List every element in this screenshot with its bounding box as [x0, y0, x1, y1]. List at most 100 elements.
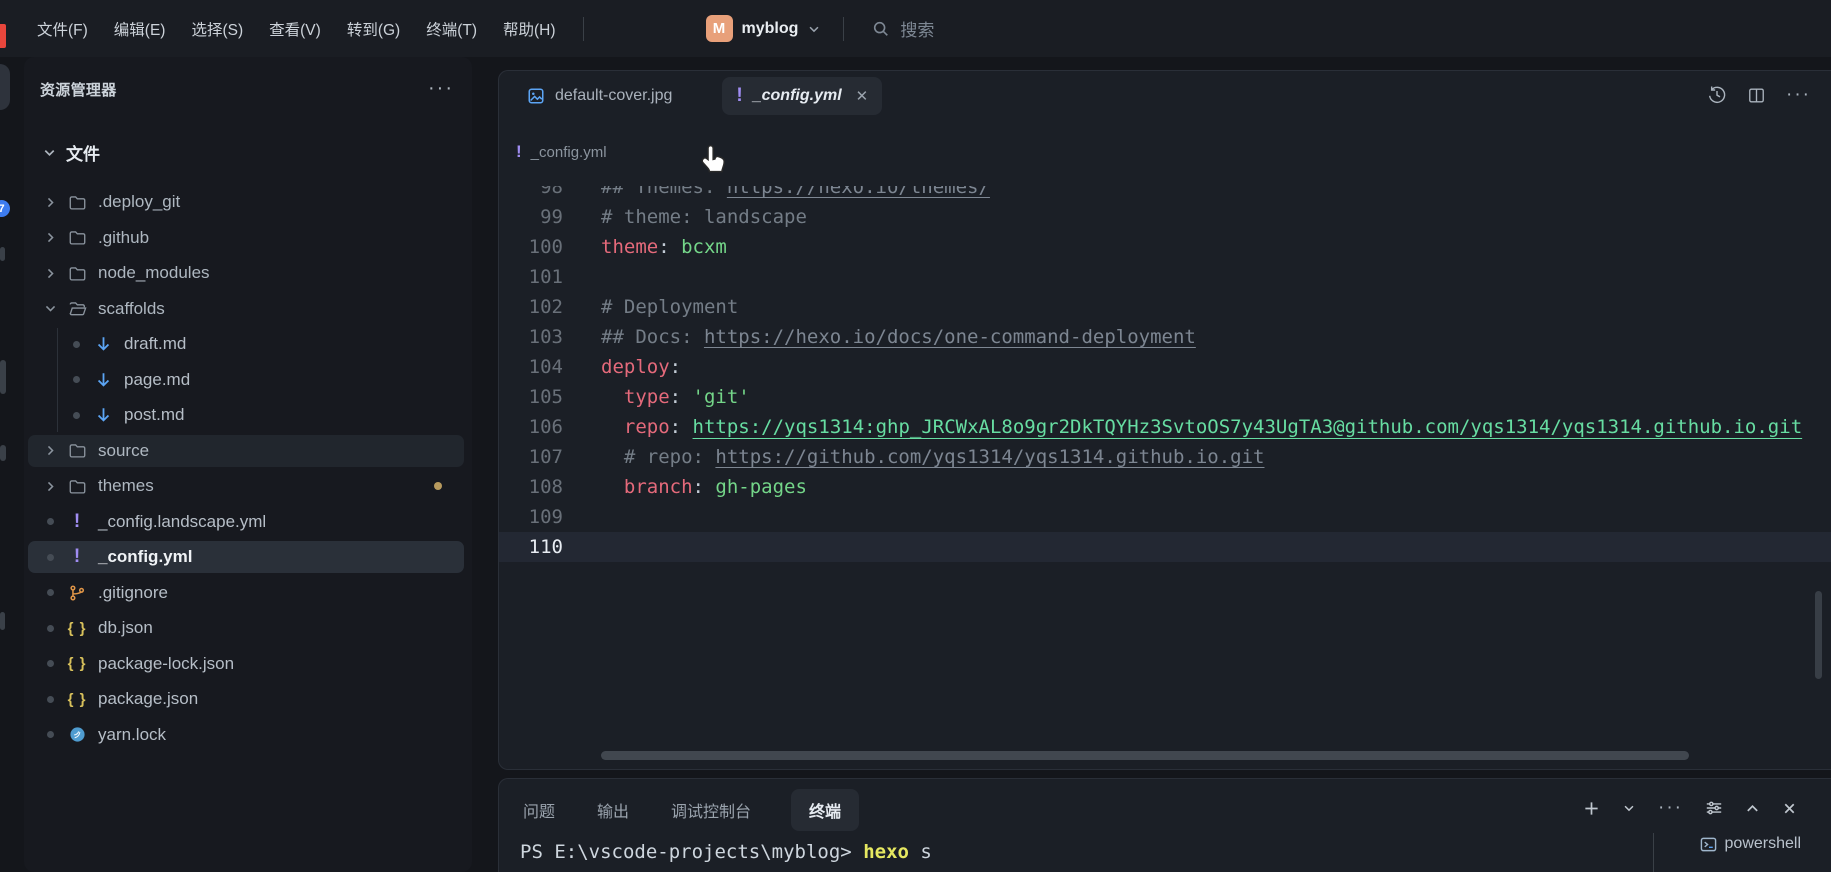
code-line-110: 110 — [499, 532, 1831, 562]
chevron-right-icon — [42, 267, 58, 280]
menu-item-4[interactable]: 查看(V) — [256, 12, 334, 46]
menu-item-2[interactable]: 编辑(E) — [101, 12, 179, 46]
file-decoration-dot — [42, 696, 58, 703]
titlebar-divider — [843, 17, 844, 41]
file-decoration-dot — [68, 341, 84, 348]
tree-indent-guide — [57, 328, 58, 432]
menu-item-1[interactable]: 文件(F) — [24, 12, 101, 46]
line-number: 106 — [499, 412, 563, 442]
tree-item-source[interactable]: source — [28, 435, 464, 467]
tree-item-.github[interactable]: .github — [28, 222, 464, 254]
tree-item-node_modules[interactable]: node_modules — [28, 257, 464, 289]
code-line-103: 103## Docs: https://hexo.io/docs/one-com… — [499, 322, 1831, 352]
panel-tab-问题[interactable]: 问题 — [521, 789, 557, 831]
file-decoration-dot — [68, 376, 84, 383]
yarn-icon — [67, 726, 87, 743]
tree-item-label: db.json — [98, 618, 153, 638]
explorer-sidebar: 资源管理器 ··· 文件 .deploy_git.githubnode_modu… — [24, 57, 472, 872]
tree-item-scaffolds[interactable]: scaffolds — [28, 293, 464, 325]
tree-item-.gitignore[interactable]: .gitignore — [28, 577, 464, 609]
tree-item-label: scaffolds — [98, 299, 165, 319]
file-decoration-dot — [42, 518, 58, 525]
panel-tab-终端[interactable]: 终端 — [791, 789, 859, 831]
terminal-shell-item[interactable]: powershell — [1700, 835, 1801, 853]
markdown-icon — [93, 335, 113, 353]
folder-icon — [67, 442, 87, 459]
tree-item-draft.md[interactable]: draft.md — [28, 328, 464, 360]
tree-item-label: source — [98, 441, 149, 461]
project-name: myblog — [742, 20, 799, 38]
configure-icon[interactable] — [1705, 799, 1723, 817]
vertical-scrollbar[interactable] — [1815, 591, 1822, 679]
line-number: 103 — [499, 322, 563, 352]
folder-icon — [67, 265, 87, 282]
code-line-100: 100theme: bcxm — [499, 232, 1831, 262]
tree-item-_config.yml[interactable]: !_config.yml — [28, 541, 464, 573]
code-editor[interactable]: 98## Themes: https://hexo.io/themes/99# … — [499, 186, 1831, 756]
markdown-icon — [93, 406, 113, 424]
terminal-output[interactable]: PS E:\vscode-projects\myblog> hexo s — [520, 841, 932, 863]
json-icon: { } — [67, 691, 87, 708]
panel-actions: ··· — [1583, 797, 1797, 819]
breadcrumb[interactable]: ! _config.yml — [516, 143, 607, 161]
menu-item-5[interactable]: 转到(G) — [334, 12, 413, 46]
tree-item-package-lock.json[interactable]: { }package-lock.json — [28, 648, 464, 680]
code-line-107: 107 # repo: https://github.com/yqs1314/y… — [499, 442, 1831, 472]
project-switcher[interactable]: M myblog — [706, 15, 822, 42]
file-decoration-dot — [42, 660, 58, 667]
yaml-file-icon: ! — [516, 143, 522, 161]
file-tree: .deploy_git .github node_modules scaffolds d… — [24, 57, 472, 872]
editor-tab-_config.yml[interactable]: !_config.yml✕ — [722, 77, 882, 115]
timeline-icon[interactable] — [1707, 85, 1727, 105]
tree-item-label: .github — [98, 228, 149, 248]
tree-item-.deploy_git[interactable]: .deploy_git — [28, 186, 464, 218]
tree-item-yarn.lock[interactable]: yarn.lock — [28, 719, 464, 751]
tree-item-package.json[interactable]: { } package.json — [28, 683, 464, 715]
tree-item-_config.landscape.yml[interactable]: !_config.landscape.yml — [28, 506, 464, 538]
tree-item-label: page.md — [124, 370, 190, 390]
menu-item-7[interactable]: 帮助(H) — [490, 12, 569, 46]
chevron-right-icon — [42, 480, 58, 493]
panel-tab-输出[interactable]: 输出 — [595, 789, 631, 831]
tree-item-themes[interactable]: themes — [28, 470, 464, 502]
json-icon: { } — [67, 620, 87, 637]
new-terminal-icon[interactable] — [1583, 800, 1600, 817]
tree-item-post.md[interactable]: post.md — [28, 399, 464, 431]
close-icon[interactable]: ✕ — [856, 87, 869, 105]
tree-item-label: package.json — [98, 689, 198, 709]
split-editor-icon[interactable] — [1747, 86, 1766, 105]
terminal-arg: s — [920, 841, 931, 863]
file-decoration-dot — [42, 589, 58, 596]
tree-item-page.md[interactable]: page.md — [28, 364, 464, 396]
menu-item-6[interactable]: 终端(T) — [413, 12, 490, 46]
activity-active-pill[interactable] — [0, 64, 10, 110]
panel-tab-调试控制台[interactable]: 调试控制台 — [669, 789, 753, 831]
maximize-panel-icon[interactable] — [1745, 801, 1760, 816]
activity-icon-fragment — [0, 247, 5, 261]
git-icon — [67, 584, 87, 602]
close-panel-icon[interactable] — [1782, 801, 1797, 816]
image-file-icon — [527, 87, 545, 105]
project-logo: M — [706, 15, 733, 42]
horizontal-scrollbar[interactable] — [601, 751, 1689, 760]
chevron-right-icon — [42, 444, 58, 457]
menu-item-3[interactable]: 选择(S) — [178, 12, 256, 46]
global-search[interactable]: 搜索 — [872, 16, 934, 41]
line-number: 100 — [499, 232, 563, 262]
line-number: 110 — [499, 532, 563, 562]
folder-icon — [67, 229, 87, 246]
line-number: 99 — [499, 202, 563, 232]
code-line-101: 101 — [499, 262, 1831, 292]
shell-label: powershell — [1725, 835, 1801, 853]
tree-item-db.json[interactable]: { } db.json — [28, 612, 464, 644]
line-number: 105 — [499, 382, 563, 412]
line-number: 107 — [499, 442, 563, 472]
file-decoration-dot — [42, 625, 58, 632]
more-icon[interactable]: ··· — [1786, 84, 1811, 106]
editor-tab-bar: default-cover.jpg !_config.yml✕ — [499, 71, 1831, 119]
scm-badge: 7 — [0, 200, 10, 217]
activity-icon-fragment — [0, 445, 6, 461]
more-icon[interactable]: ··· — [1658, 797, 1683, 819]
launch-profile-dropdown-icon[interactable] — [1622, 801, 1636, 815]
editor-tab-default-cover.jpg[interactable]: default-cover.jpg — [513, 77, 686, 115]
